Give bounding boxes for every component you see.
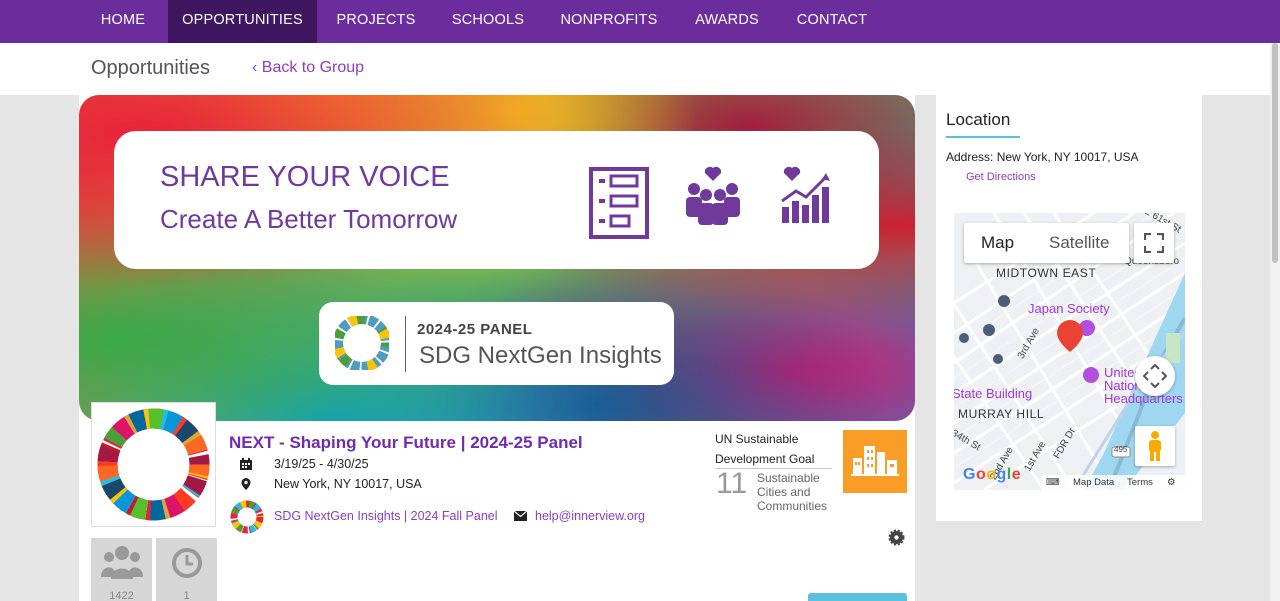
back-to-group-link[interactable]: ‹ Back to Group — [252, 59, 364, 77]
gear-icon[interactable] — [888, 529, 905, 546]
map-label-japan-society: Japan Society — [1028, 301, 1110, 316]
map-pin-icon[interactable] — [1055, 318, 1085, 354]
map-label-route: 495 — [1114, 445, 1128, 454]
location-address: Address: New York, NY 10017, USA — [946, 150, 1139, 164]
map-marker-icon — [241, 478, 251, 490]
participants-count: 1422 — [109, 590, 134, 601]
page-header: Opportunities ‹ Back to Group — [0, 43, 1270, 95]
banner-message-box: SHARE YOUR VOICE Create A Better Tomorro… — [114, 131, 879, 269]
fullscreen-button[interactable] — [1134, 223, 1174, 263]
participants-stat: 1422 — [91, 538, 152, 601]
un-goal-label-line2: Development Goal — [715, 452, 815, 466]
google-logo: Google — [963, 466, 1022, 483]
pan-control-button[interactable] — [1135, 356, 1175, 396]
banner-subheadline: Create A Better Tomorrow — [160, 204, 458, 234]
location-map[interactable]: MIDTOWN EAST Queensboro Japan Society Un… — [954, 213, 1185, 490]
opportunity-card: SHARE YOUR VOICE Create A Better Tomorro… — [79, 95, 915, 601]
terms-link[interactable]: Terms — [1127, 477, 1153, 488]
pegman-icon — [1149, 431, 1161, 461]
clock-icon — [172, 548, 202, 578]
group-link[interactable]: SDG NextGen Insights | 2024 Fall Panel — [274, 509, 498, 523]
project-title[interactable]: NEXT - Shaping Your Future | 2024-25 Pan… — [229, 433, 583, 453]
project-dates: 3/19/25 - 4/30/25 — [274, 457, 369, 471]
top-nav: HOME OPPORTUNITIES PROJECTS SCHOOLS NONP… — [0, 0, 1280, 43]
chevron-left-icon: ‹ — [252, 59, 262, 76]
group-logo-icon[interactable] — [230, 500, 264, 534]
goal-11-tile[interactable] — [843, 430, 907, 493]
sdg-wheel-icon — [335, 316, 389, 370]
nav-contact[interactable]: CONTACT — [787, 0, 877, 43]
chart-heart-icon — [781, 166, 830, 223]
get-directions-link[interactable]: Get Directions — [966, 171, 1036, 183]
back-link-label: Back to Group — [261, 59, 365, 76]
nav-nonprofits[interactable]: NONPROFITS — [552, 0, 666, 43]
map-type-satellite-button[interactable]: Satellite — [1049, 233, 1109, 253]
nav-schools[interactable]: SCHOOLS — [442, 0, 534, 43]
envelope-icon — [514, 511, 527, 521]
goal-number: 11 — [716, 467, 748, 500]
banner-headline: SHARE YOUR VOICE — [160, 161, 450, 193]
map-label-midtown: MIDTOWN EAST — [996, 266, 1097, 280]
map-data-link[interactable]: Map Data — [1073, 477, 1114, 488]
duration-count: 1 — [183, 590, 190, 601]
scrollbar[interactable] — [1270, 43, 1280, 601]
project-logo — [91, 402, 216, 527]
calendar-icon — [240, 458, 252, 470]
fullscreen-icon — [1144, 233, 1164, 253]
panel-year: 2024-25 PANEL — [417, 321, 533, 338]
nav-home[interactable]: HOME — [87, 0, 159, 43]
people-icon — [101, 546, 143, 579]
page-title: Opportunities — [91, 57, 210, 79]
nav-opportunities[interactable]: OPPORTUNITIES — [168, 0, 317, 43]
panel-divider — [405, 316, 406, 372]
sdg-wheel-logo-icon — [97, 408, 210, 521]
people-heart-icon — [686, 166, 740, 225]
street-view-button[interactable] — [1135, 426, 1175, 466]
map-type-map-button[interactable]: Map — [981, 233, 1014, 253]
pan-arrows-icon — [1143, 364, 1167, 388]
map-label-state-building: State Building — [954, 386, 1033, 401]
join-button[interactable] — [808, 593, 907, 601]
panel-name: SDG NextGen Insights — [419, 342, 662, 369]
contact-email-link[interactable]: help@innerview.org — [535, 509, 645, 523]
scrollbar-thumb[interactable] — [1272, 43, 1278, 263]
goal-name: Sustainable Cities and Communities — [757, 471, 828, 513]
report-icon[interactable]: ⚙ — [1167, 477, 1176, 488]
map-type-toggle: Map Satellite — [964, 223, 1129, 263]
panel-badge: 2024-25 PANEL SDG NextGen Insights — [319, 302, 674, 385]
location-title: Location — [946, 110, 1011, 129]
form-icon — [589, 167, 649, 239]
map-footer: ⌨ Map Data Terms ⚙ — [1042, 475, 1185, 490]
nav-projects[interactable]: PROJECTS — [328, 0, 424, 43]
duration-stat: 1 — [156, 538, 217, 601]
map-label-murray-hill: MURRAY HILL — [958, 407, 1045, 421]
un-goal-label-line1: UN Sustainable — [715, 432, 799, 446]
city-buildings-icon — [851, 446, 899, 476]
keyboard-icon[interactable]: ⌨ — [1046, 477, 1060, 488]
nav-awards[interactable]: AWARDS — [684, 0, 770, 43]
location-title-underline — [946, 136, 1020, 138]
project-location: New York, NY 10017, USA — [274, 477, 422, 491]
banner-image: SHARE YOUR VOICE Create A Better Tomorro… — [79, 95, 915, 421]
